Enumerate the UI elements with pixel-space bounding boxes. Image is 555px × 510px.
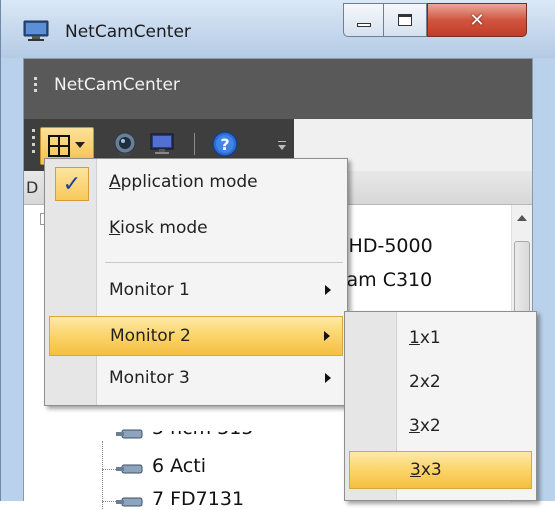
maximize-icon — [398, 14, 412, 26]
menu-item-mnemonic: K — [109, 218, 121, 238]
menu-item-label: iosk mode — [120, 218, 208, 238]
menu-item-application-mode[interactable]: ✓ Application mode — [49, 163, 343, 203]
submenu-item-label: x2 — [419, 416, 441, 436]
chevron-right-icon — [325, 373, 331, 383]
chevron-right-icon — [325, 285, 331, 295]
monitor-2-submenu: 1x1 2x2 3x2 3x3 — [344, 311, 537, 501]
menu-item-label: Monitor 3 — [109, 368, 190, 388]
submenu-item-mnemonic: 3 — [409, 416, 420, 436]
window-title: NetCamCenter — [65, 22, 191, 42]
webcam-button[interactable] — [110, 129, 140, 159]
menu-separator — [105, 262, 343, 263]
grip-icon — [34, 77, 38, 92]
submenu-item-mnemonic: 3 — [410, 460, 421, 480]
submenu-item-label: x1 — [419, 328, 441, 348]
minimize-button[interactable] — [343, 3, 383, 37]
chevron-down-icon — [75, 142, 85, 148]
maximize-button[interactable] — [383, 3, 427, 37]
submenu-item-3x2[interactable]: 3x2 — [349, 408, 532, 446]
tree-connector — [102, 441, 103, 509]
camera-icon — [116, 497, 143, 507]
app-header-title: NetCamCenter — [54, 75, 180, 95]
layout-menu: ✓ Application mode Kiosk mode Monitor 1 … — [44, 158, 348, 406]
panel-header-text: D — [26, 178, 39, 197]
submenu-item-2x2[interactable]: 2x2 — [349, 364, 532, 402]
submenu-item-1x1[interactable]: 1x1 — [349, 320, 532, 358]
menu-item-monitor-2[interactable]: Monitor 2 — [49, 316, 343, 356]
minimize-icon — [356, 23, 371, 27]
layout-grid-icon — [48, 135, 70, 157]
tree-item[interactable]: 6 Acti — [152, 455, 206, 477]
toolbar-separator — [194, 133, 195, 155]
menu-item-kiosk-mode[interactable]: Kiosk mode — [49, 209, 343, 249]
toolbar-overflow-icon[interactable] — [278, 145, 286, 150]
tree-item[interactable]: 5 ncm 315 — [152, 431, 253, 439]
tree-item[interactable]: 7 FD7131 — [152, 488, 244, 510]
scroll-up-icon[interactable] — [517, 215, 527, 221]
menu-item-monitor-1[interactable]: Monitor 1 — [49, 271, 343, 311]
help-button[interactable]: ? — [210, 129, 240, 159]
toolbar-grip-icon[interactable] — [32, 129, 36, 159]
camera-icon — [116, 464, 143, 474]
menu-item-monitor-3[interactable]: Monitor 3 — [49, 359, 343, 399]
menu-item-label: Monitor 1 — [109, 280, 190, 300]
camera-icon — [116, 429, 143, 439]
tree-connector — [102, 469, 116, 470]
chevron-right-icon — [324, 331, 330, 341]
monitor-icon — [150, 133, 174, 154]
webcam-icon — [114, 132, 136, 156]
submenu-item-label: 2x2 — [409, 372, 441, 392]
tree-connector — [102, 501, 116, 502]
close-button[interactable]: ✕ — [427, 3, 527, 37]
app-header: NetCamCenter — [24, 59, 532, 119]
monitor-icon — [23, 20, 49, 41]
help-icon: ? — [212, 131, 238, 157]
menu-item-label: Monitor 2 — [110, 326, 191, 346]
close-icon: ✕ — [469, 9, 485, 31]
title-bar[interactable]: NetCamCenter ✕ — [1, 0, 555, 58]
check-icon: ✓ — [55, 167, 89, 201]
toolbar-overflow-line — [278, 141, 286, 142]
menu-item-label: pplication mode — [120, 172, 258, 192]
submenu-item-3x3[interactable]: 3x3 — [349, 451, 532, 489]
svg-text:?: ? — [220, 135, 229, 154]
submenu-item-mnemonic: 1 — [409, 328, 420, 348]
menu-item-mnemonic: A — [109, 172, 121, 192]
submenu-item-label: x3 — [420, 460, 442, 480]
display-button[interactable] — [148, 129, 178, 159]
